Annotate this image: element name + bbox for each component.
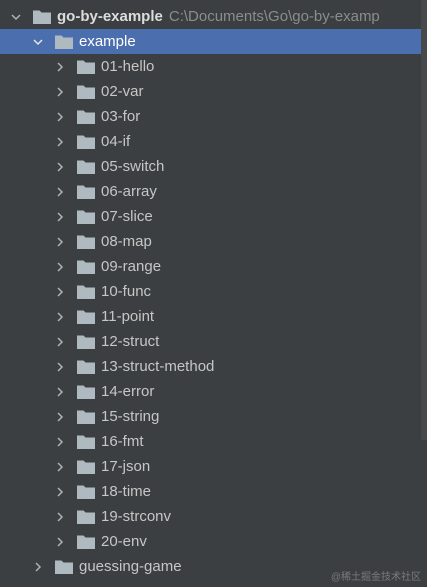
chevron-right-icon[interactable] [53,304,67,329]
folder-icon [77,209,95,224]
folder-icon [77,184,95,199]
tree-label: 04-if [101,133,131,150]
folder-icon [77,434,95,449]
tree-row-child[interactable]: 15-string [0,404,427,429]
chevron-right-icon[interactable] [53,354,67,379]
tree-row-child[interactable]: 07-slice [0,204,427,229]
project-tree: go-by-example C:\Documents\Go\go-by-examp… [0,4,427,579]
folder-icon [77,59,95,74]
tree-label: 15-string [101,408,160,425]
chevron-right-icon[interactable] [53,429,67,454]
tree-row-child[interactable]: 02-var [0,79,427,104]
tree-row-child[interactable]: 10-func [0,279,427,304]
tree-label: 19-strconv [101,508,172,525]
tree-label-root: go-by-example C:\Documents\Go\go-by-examp [57,4,380,29]
folder-icon [77,84,95,99]
chevron-right-icon[interactable] [53,329,67,354]
tree-label: 13-struct-method [101,358,215,375]
chevron-right-icon[interactable] [53,504,67,529]
tree-row-child[interactable]: 08-map [0,229,427,254]
tree-label: 03-for [101,108,141,125]
tree-row-child[interactable]: 03-for [0,104,427,129]
tree-label: 10-func [101,283,152,300]
chevron-right-icon[interactable] [53,204,67,229]
tree-row-child[interactable]: 17-json [0,454,427,479]
tree-label: 07-slice [101,208,153,225]
chevron-down-icon[interactable] [9,4,23,29]
tree-row-child[interactable]: 06-array [0,179,427,204]
tree-label: 12-struct [101,333,160,350]
folder-icon [77,384,95,399]
chevron-right-icon[interactable] [53,529,67,554]
chevron-right-icon[interactable] [53,479,67,504]
tree-label: 01-hello [101,58,155,75]
folder-icon [77,259,95,274]
folder-icon [77,134,95,149]
tree-label: 08-map [101,233,152,250]
tree-row-child[interactable]: 11-point [0,304,427,329]
tree-label: 17-json [101,458,151,475]
folder-icon [55,34,73,49]
chevron-right-icon[interactable] [53,279,67,304]
tree-label: 18-time [101,483,152,500]
folder-icon [77,234,95,249]
folder-icon [77,484,95,499]
chevron-right-icon[interactable] [53,54,67,79]
tree-row-example[interactable]: example [0,29,427,54]
tree-label: guessing-game [79,558,182,575]
tree-label: 11-point [101,308,155,325]
tree-label: 16-fmt [101,433,144,450]
chevron-right-icon[interactable] [53,154,67,179]
chevron-right-icon[interactable] [53,229,67,254]
tree-label: 06-array [101,183,157,200]
chevron-right-icon[interactable] [53,179,67,204]
vertical-scrollbar[interactable] [421,0,427,440]
folder-icon [77,284,95,299]
tree-row-child[interactable]: 04-if [0,129,427,154]
tree-row-child[interactable]: 09-range [0,254,427,279]
tree-row-go-by-example[interactable]: go-by-example C:\Documents\Go\go-by-examp [0,4,427,29]
tree-label: 05-switch [101,158,165,175]
folder-icon [33,9,51,24]
folder-icon [77,334,95,349]
tree-row-child[interactable]: 18-time [0,479,427,504]
chevron-right-icon[interactable] [31,554,45,579]
folder-icon [77,309,95,324]
watermark: @稀土掘金技术社区 [330,572,421,583]
folder-icon [77,534,95,549]
tree-row-child[interactable]: 20-env [0,529,427,554]
chevron-down-icon[interactable] [31,29,45,54]
tree-row-child[interactable]: 16-fmt [0,429,427,454]
folder-icon [77,459,95,474]
folder-icon [77,109,95,124]
chevron-right-icon[interactable] [53,79,67,104]
folder-icon [77,509,95,524]
chevron-right-icon[interactable] [53,404,67,429]
tree-row-child[interactable]: 01-hello [0,54,427,79]
tree-label: 14-error [101,383,155,400]
tree-label: 20-env [101,533,147,550]
tree-row-child[interactable]: 19-strconv [0,504,427,529]
tree-label: 02-var [101,83,144,100]
tree-row-child[interactable]: 14-error [0,379,427,404]
chevron-right-icon[interactable] [53,379,67,404]
folder-icon [77,409,95,424]
tree-label: example [79,33,136,50]
tree-row-child[interactable]: 05-switch [0,154,427,179]
chevron-right-icon[interactable] [53,454,67,479]
tree-row-child[interactable]: 13-struct-method [0,354,427,379]
project-name: go-by-example [57,8,163,25]
chevron-right-icon[interactable] [53,254,67,279]
chevron-right-icon[interactable] [53,104,67,129]
tree-row-child[interactable]: 12-struct [0,329,427,354]
chevron-right-icon[interactable] [53,129,67,154]
project-path: C:\Documents\Go\go-by-examp [168,8,380,25]
folder-icon [77,159,95,174]
folder-icon [77,359,95,374]
folder-icon [55,559,73,574]
tree-label: 09-range [101,258,162,275]
